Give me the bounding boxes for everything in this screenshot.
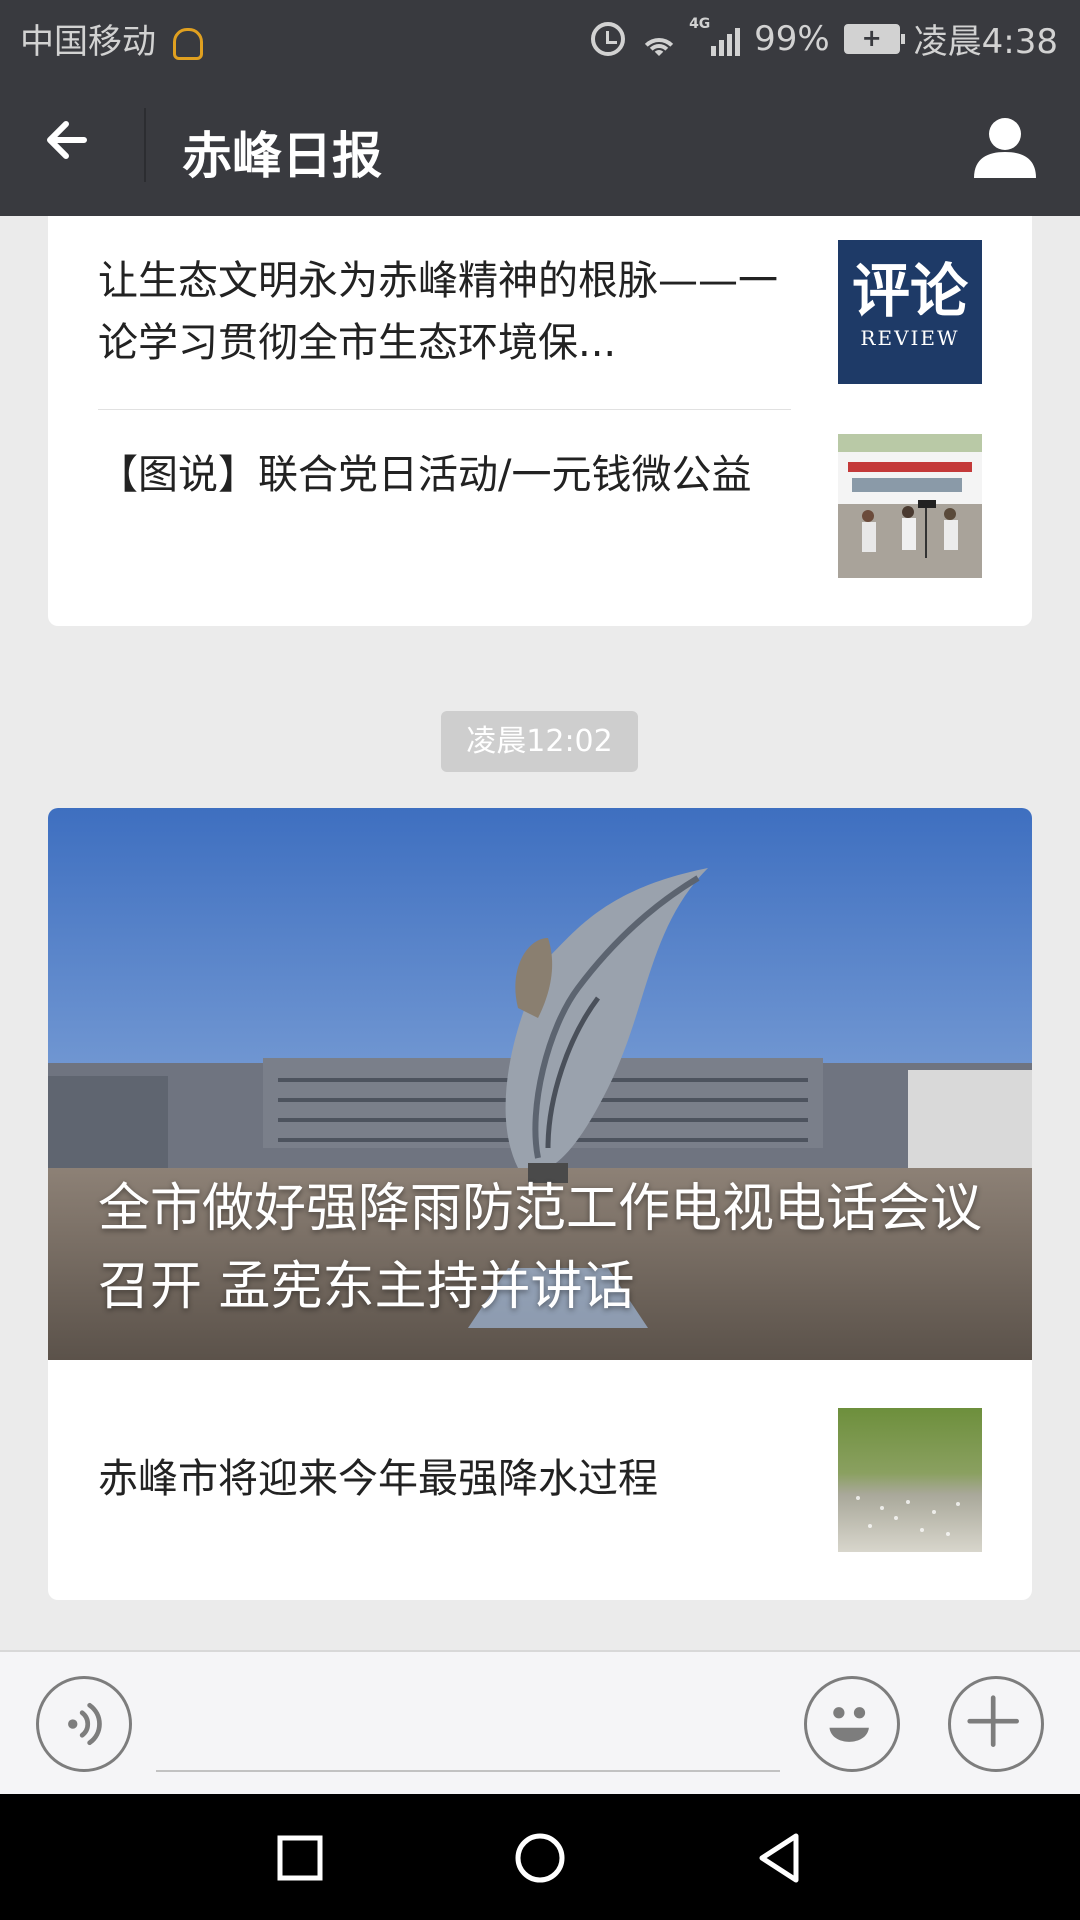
status-icons: 4G 99% + 凌晨4:38: [591, 14, 1058, 63]
home-icon: [515, 1833, 565, 1883]
article-title: 【图说】联合党日活动/一元钱微公益: [98, 452, 752, 498]
review-thumb-small: REVIEW: [860, 326, 960, 350]
back-button[interactable]: [40, 110, 110, 180]
message-input-bar: [0, 1650, 1080, 1794]
review-thumbnail: 评论 REVIEW: [838, 240, 982, 384]
battery-icon: +: [843, 23, 905, 54]
article-card: 全市做好强降雨防范工作电视电话会议召开 孟宪东主持并讲话 赤峰市将迎来今年最强降…: [48, 808, 1032, 1600]
voice-icon: [68, 1702, 102, 1746]
system-nav-bar: [0, 1794, 1080, 1920]
article-item[interactable]: 赤峰市将迎来今年最强降水过程: [98, 1408, 982, 1552]
recent-apps-icon: [277, 1835, 323, 1881]
status-bar: 中国移动 4G 99% + 凌晨4:38: [0, 0, 1080, 74]
carrier-name: 中国移动: [20, 22, 156, 62]
hero-title: 全市做好强降雨防范工作电视电话会议召开 孟宪东主持并讲话: [98, 1179, 983, 1317]
recent-apps-button[interactable]: [270, 1828, 330, 1888]
emoji-button[interactable]: [804, 1676, 900, 1772]
header-divider: [144, 108, 146, 182]
status-time: 凌晨4:38: [913, 22, 1058, 62]
wifi-icon: [639, 22, 680, 56]
back-arrow-icon: [47, 121, 87, 159]
article-card: 让生态文明永为赤峰精神的根脉——一论学习贯彻全市生态环境保... 评论 REVI…: [48, 216, 1032, 626]
plus-icon: [967, 1695, 1019, 1747]
home-button[interactable]: [510, 1828, 570, 1888]
hero-article[interactable]: 全市做好强降雨防范工作电视电话会议召开 孟宪东主持并讲话: [48, 808, 1032, 1360]
network-type: 4G: [689, 15, 711, 32]
page-title: 赤峰日报: [182, 127, 382, 185]
alarm-icon: [591, 21, 626, 56]
back-nav-button[interactable]: [750, 1828, 810, 1888]
article-item[interactable]: 让生态文明永为赤峰精神的根脉——一论学习贯彻全市生态环境保... 评论 REVI…: [98, 240, 982, 384]
plus-button[interactable]: [948, 1676, 1044, 1772]
article-item[interactable]: 【图说】联合党日活动/一元钱微公益: [98, 434, 982, 578]
review-thumb-big: 评论: [851, 257, 968, 325]
battery-percent: 99%: [754, 18, 830, 59]
signal-icon: 4G: [689, 16, 741, 56]
back-icon: [759, 1833, 799, 1883]
chat-header: 赤峰日报: [0, 74, 1080, 216]
message-timestamp: 凌晨12:02: [441, 711, 638, 772]
rain-thumbnail: [838, 1408, 982, 1552]
carrier-area: 中国移动: [20, 14, 203, 63]
voice-button[interactable]: [36, 1676, 132, 1772]
emoji-icon: [829, 1707, 869, 1742]
chat-bubble-icon: [172, 27, 203, 60]
message-input[interactable]: [156, 1770, 780, 1772]
profile-icon: [974, 118, 1036, 178]
article-title: 让生态文明永为赤峰精神的根脉——一论学习贯彻全市生态环境保...: [98, 258, 778, 366]
profile-button[interactable]: [970, 112, 1040, 182]
photo-thumbnail: [838, 434, 982, 578]
article-title: 赤峰市将迎来今年最强降水过程: [98, 1456, 658, 1502]
row-divider: [98, 409, 791, 410]
